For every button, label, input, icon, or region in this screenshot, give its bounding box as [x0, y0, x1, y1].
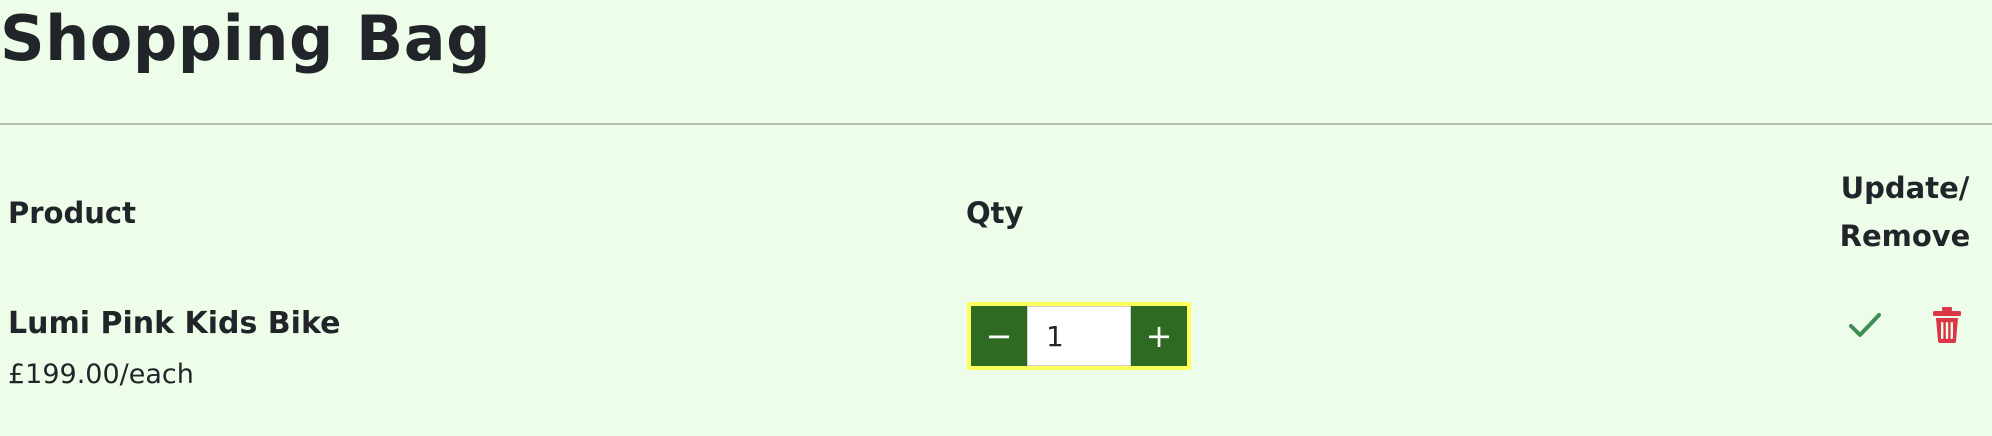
check-icon: [1849, 313, 1881, 337]
column-header-update-line: Update/: [1840, 171, 1970, 205]
remove-item-button[interactable]: [1922, 300, 1972, 350]
increment-qty-button[interactable]: +: [1131, 306, 1187, 366]
trash-icon: [1933, 307, 1961, 343]
update-item-button[interactable]: [1840, 300, 1890, 350]
column-header-update-remove: Update/ Remove: [1820, 164, 1990, 260]
title-divider: [0, 123, 1992, 125]
product-name: Lumi Pink Kids Bike: [8, 306, 341, 341]
quantity-input[interactable]: [1027, 306, 1131, 366]
decrement-qty-button[interactable]: −: [971, 306, 1027, 366]
quantity-stepper: − +: [967, 302, 1191, 370]
product-price: £199.00/each: [8, 359, 194, 390]
column-header-product: Product: [8, 196, 136, 230]
column-header-remove-line: Remove: [1839, 219, 1971, 253]
page-title: Shopping Bag: [0, 2, 491, 75]
column-header-qty: Qty: [966, 196, 1024, 230]
